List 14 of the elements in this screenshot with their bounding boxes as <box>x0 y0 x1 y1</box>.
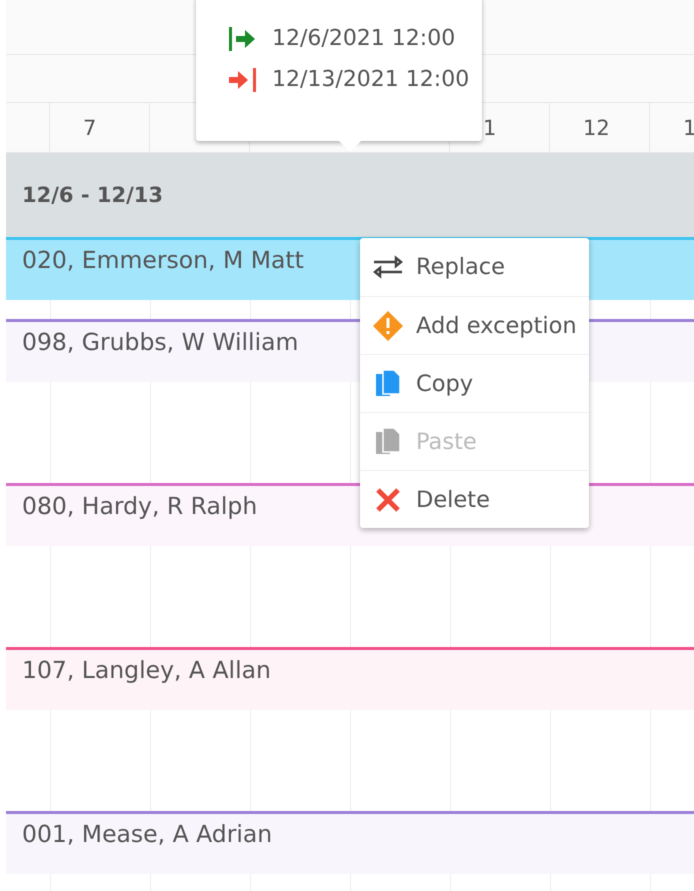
date-time: 12/6/2021 12:00 <box>272 26 456 51</box>
menu-item[interactable]: Delete <box>360 470 589 528</box>
day-number: 1 <box>483 116 496 140</box>
date-time: 12/13/2021 12:00 <box>272 67 470 92</box>
booking-bar[interactable]: 107, Langley, A Allan <box>6 647 694 710</box>
exit-arrow-icon <box>228 68 258 92</box>
menu-item[interactable]: Add exception <box>360 296 589 354</box>
warning-diamond-icon <box>372 310 404 342</box>
group-header: 12/6 - 12/13 <box>6 153 694 237</box>
booking-bar[interactable]: 001, Mease, A Adrian <box>6 811 694 874</box>
day-number: 7 <box>83 116 96 140</box>
day-number: 12 <box>583 116 610 140</box>
menu-item[interactable]: Replace <box>360 238 589 296</box>
menu-item[interactable]: Copy <box>360 354 589 412</box>
